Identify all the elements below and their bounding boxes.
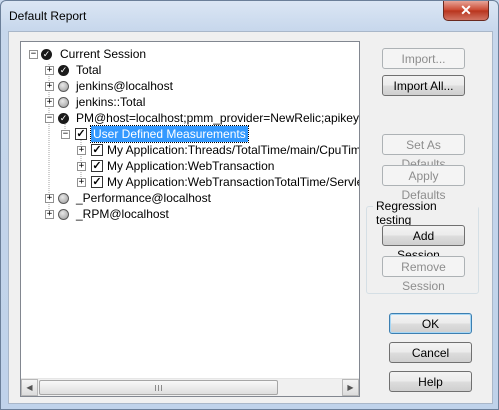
horizontal-scrollbar[interactable]: ◀ ▶ [21,378,359,396]
gray-state-icon [58,193,69,204]
tree-item-label: Current Session [60,47,147,61]
grip-icon [155,385,163,391]
regression-testing-title: Regression testing [373,199,478,227]
window-title: Default Report [9,9,87,23]
checkbox-checked-icon[interactable]: ✓ [91,144,103,156]
check-state-icon: ✓ [58,65,69,76]
check-mark-icon: ✓ [59,65,68,75]
expand-icon[interactable]: + [45,66,54,75]
expand-icon[interactable]: + [77,178,86,187]
collapse-icon[interactable]: − [61,130,70,139]
dialog-window: Default Report ✕ − ✓ Current Session + ✓… [0,0,499,410]
arrow-right-icon: ▶ [347,383,354,392]
tree-item-label: jenkins@localhost [76,79,173,93]
tree-item-label: My Application:WebTransactionTotalTime/S… [107,175,360,189]
tree-item-label: _Performance@localhost [76,191,211,205]
apply-defaults-button[interactable]: Apply Defaults [382,165,465,202]
tree-item-label: My Application:WebTransaction [107,159,275,173]
gray-state-icon [58,81,69,92]
tree-item-total[interactable]: + ✓ Total [21,62,359,78]
cancel-button[interactable]: Cancel [389,342,472,363]
session-tree[interactable]: − ✓ Current Session + ✓ Total + jenkins@… [20,41,360,397]
tree-item-pm-host[interactable]: − ✓ PM@host=localhost;pmm_provider=NewRe… [21,110,359,126]
check-mark-icon: ✓ [42,49,51,59]
expand-icon[interactable]: + [77,162,86,171]
check-mark-icon: ✓ [59,113,68,123]
tree-item-label: PM@host=localhost;pmm_provider=NewRelic;… [76,111,360,125]
tree-item-jenkins-total[interactable]: + jenkins::Total [21,94,359,110]
expand-icon[interactable]: + [45,194,54,203]
tree-item-user-defined-measurements[interactable]: − ✓ User Defined Measurements [21,125,359,143]
close-icon: ✕ [460,2,472,18]
tree-item-threads-cputime[interactable]: + ✓ My Application:Threads/TotalTime/mai… [21,142,359,158]
check-state-icon: ✓ [58,113,69,124]
title-bar[interactable]: Default Report ✕ [1,1,498,31]
tree-item-label: _RPM@localhost [76,207,169,221]
arrow-left-icon: ◀ [26,383,33,392]
collapse-icon[interactable]: − [29,50,38,59]
scroll-left-button[interactable]: ◀ [21,379,38,396]
check-state-icon: ✓ [41,49,52,60]
ok-button[interactable]: OK [389,313,472,334]
dialog-body: − ✓ Current Session + ✓ Total + jenkins@… [8,31,493,404]
expand-icon[interactable]: + [45,82,54,91]
set-as-defaults-button[interactable]: Set As Defaults [382,134,465,171]
tree-item-label: My Application:Threads/TotalTime/main/Cp… [107,143,360,157]
tree-item-webtransaction[interactable]: + ✓ My Application:WebTransaction [21,158,359,174]
checkbox-checked-icon[interactable]: ✓ [91,176,103,188]
checkbox-checked-icon[interactable]: ✓ [75,128,87,140]
import-button[interactable]: Import... [382,48,465,69]
tree-item-current-session[interactable]: − ✓ Current Session [21,46,359,62]
expand-icon[interactable]: + [77,146,86,155]
close-button[interactable]: ✕ [443,1,489,21]
scroll-right-button[interactable]: ▶ [342,379,359,396]
tree-item-webtransaction-totaltime[interactable]: + ✓ My Application:WebTransactionTotalTi… [21,174,359,190]
add-session-button[interactable]: Add Session... [382,225,465,262]
gray-state-icon [58,97,69,108]
gray-state-icon [58,209,69,220]
help-button[interactable]: Help [389,371,472,392]
tree-item-rpm-localhost[interactable]: + _RPM@localhost [21,206,359,222]
tree-item-performance-localhost[interactable]: + _Performance@localhost [21,190,359,206]
scrollbar-thumb[interactable] [39,380,278,395]
tree-item-jenkins-localhost[interactable]: + jenkins@localhost [21,78,359,94]
checkbox-checked-icon[interactable]: ✓ [91,160,103,172]
tree-item-label: Total [76,63,102,77]
collapse-icon[interactable]: − [45,114,54,123]
import-all-button[interactable]: Import All... [382,75,465,96]
tree-item-label: jenkins::Total [76,95,146,109]
remove-session-button[interactable]: Remove Session [382,256,465,293]
expand-icon[interactable]: + [45,210,54,219]
expand-icon[interactable]: + [45,98,54,107]
tree-item-label: User Defined Measurements [90,125,249,143]
